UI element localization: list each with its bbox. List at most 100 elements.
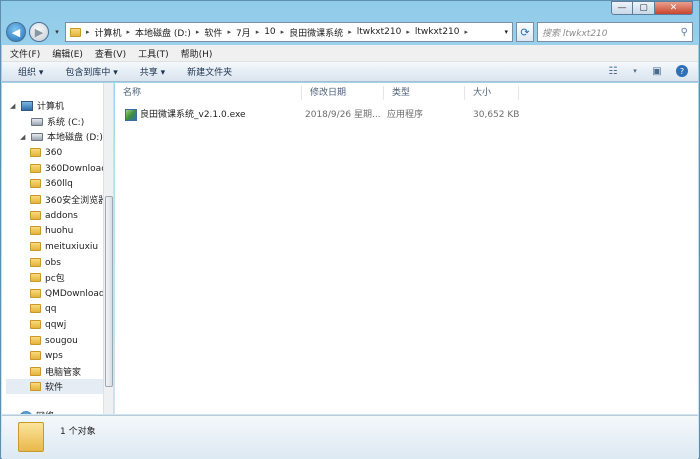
maximize-button[interactable]: ▢ — [633, 1, 655, 15]
breadcrumb-item[interactable]: 本地磁盘 (D:) ▸ — [135, 26, 199, 39]
navigation-pane: ◢ 计算机 系统 (C:) ◢ 本地磁盘 (D:) 360 360Downloads… — [2, 83, 114, 414]
tree-item-network[interactable]: 网络 — [20, 408, 54, 414]
tree-item-folder[interactable]: qq — [30, 301, 56, 316]
file-row[interactable]: 良田微课系统_v2.1.0.exe 2018/9/26 星期... 应用程序 3… — [125, 107, 525, 123]
tree-item-folder[interactable]: 360llq — [30, 176, 73, 191]
menu-bar: 文件(F) 编辑(E) 查看(V) 工具(T) 帮助(H) — [2, 45, 698, 62]
folder-icon — [18, 422, 44, 452]
file-name: 良田微课系统_v2.1.0.exe — [140, 110, 246, 120]
address-bar[interactable]: ▸ 计算机 ▸ 本地磁盘 (D:) ▸ 软件 ▸ 7月 ▸ 10 ▸ 良田微课系统 ▸ lt… — [65, 22, 513, 42]
minimize-button[interactable]: — — [611, 1, 633, 15]
network-icon — [20, 410, 32, 414]
file-size: 30,652 KB — [473, 110, 520, 120]
expand-icon[interactable]: ◢ — [20, 133, 27, 141]
tree-label: 计算机 — [37, 102, 65, 112]
breadcrumb-item[interactable]: ltwkxt210 ▸ — [357, 27, 410, 37]
share-button[interactable]: 共享 ▾ — [140, 65, 165, 78]
tree-item-c-drive[interactable]: 系统 (C:) — [20, 114, 84, 129]
organize-button[interactable]: 组织 ▾ — [18, 65, 43, 78]
file-type: 应用程序 — [387, 110, 424, 120]
menu-file[interactable]: 文件(F) — [10, 47, 40, 60]
preview-pane-icon[interactable]: ▣ — [650, 65, 664, 77]
expand-icon[interactable]: ◢ — [10, 102, 17, 110]
tree-item-folder[interactable]: 360安全浏览器 — [30, 192, 107, 207]
details-pane: 1 个对象 — [2, 415, 698, 459]
breadcrumb-item[interactable]: 良田微课系统 ▸ — [289, 26, 352, 39]
menu-help[interactable]: 帮助(H) — [181, 47, 213, 60]
tree-label: pc包 — [45, 274, 65, 284]
tree-item-folder[interactable]: 360 — [30, 145, 62, 160]
column-header-type[interactable]: 类型 — [384, 86, 465, 100]
command-bar: 组织 ▾ 包含到库中 ▾ 共享 ▾ 新建文件夹 ☷ ▾ ▣ ? — [2, 62, 698, 82]
refresh-icon: ⟳ — [520, 25, 530, 39]
tree-label: 网络 — [36, 409, 54, 414]
tree-label: qqwj — [45, 319, 67, 330]
tree-label: 360 — [45, 147, 63, 158]
folder-icon — [30, 289, 41, 298]
computer-icon — [21, 100, 33, 111]
recent-pages-dropdown[interactable]: ▾ — [52, 28, 62, 36]
application-icon — [125, 109, 137, 121]
tree-label: addons — [45, 210, 78, 221]
file-list: 名称 修改日期 类型 大小 良田微课系统_v2.1.0.exe 2018/9/2… — [115, 83, 698, 414]
folder-icon — [30, 195, 41, 204]
tree-item-folder[interactable]: meituxiuxiu — [30, 239, 98, 254]
tree-item-folder[interactable]: obs — [30, 255, 61, 270]
folder-icon — [30, 336, 41, 345]
tree-label: QMDownload — [45, 288, 105, 299]
tree-item-folder[interactable]: addons — [30, 208, 78, 223]
tree-label: 电脑管家 — [45, 368, 82, 378]
folder-icon — [30, 226, 41, 235]
folder-icon — [30, 351, 41, 360]
breadcrumb-item[interactable]: 计算机 ▸ — [95, 26, 131, 39]
tree-item-folder[interactable]: wps — [30, 348, 63, 363]
column-header-size[interactable]: 大小 — [465, 86, 519, 100]
tree-label: qq — [45, 303, 57, 314]
tree-item-computer[interactable]: ◢ 计算机 — [10, 98, 64, 113]
tree-item-d-drive[interactable]: ◢ 本地磁盘 (D:) — [20, 129, 103, 144]
menu-tools[interactable]: 工具(T) — [138, 47, 169, 60]
folder-icon — [30, 273, 41, 282]
nav-scrollbar[interactable] — [103, 83, 113, 414]
column-header-modified[interactable]: 修改日期 — [302, 86, 384, 100]
tree-item-folder[interactable]: pc包 — [30, 270, 65, 285]
explorer-window: — ▢ ✕ ◀ ▶ ▾ ▸ 计算机 ▸ 本地磁盘 (D:) ▸ 软件 ▸ 7月 ▸ 10… — [0, 0, 700, 459]
include-in-library-button[interactable]: 包含到库中 ▾ — [65, 65, 117, 78]
chevron-down-icon[interactable]: ▾ — [504, 28, 508, 36]
tree-item-folder[interactable]: sougou — [30, 333, 78, 348]
refresh-button[interactable]: ⟳ — [516, 22, 534, 42]
tree-label: wps — [45, 350, 63, 361]
folder-icon — [30, 242, 41, 251]
folder-icon — [30, 211, 41, 220]
back-button[interactable]: ◀ — [6, 22, 26, 42]
breadcrumb-item[interactable]: 7月 ▸ — [236, 26, 259, 39]
close-button[interactable]: ✕ — [655, 1, 693, 15]
tree-label: 软件 — [45, 383, 64, 393]
tree-item-folder[interactable]: 电脑管家 — [30, 364, 81, 379]
folder-icon — [30, 258, 41, 267]
tree-item-selected-folder[interactable]: 软件 — [6, 379, 103, 394]
folder-icon — [30, 382, 41, 391]
column-header-name[interactable]: 名称 — [115, 86, 302, 100]
folder-icon — [30, 164, 41, 173]
breadcrumb-item[interactable]: 软件 ▸ — [204, 26, 231, 39]
chevron-down-icon[interactable]: ▾ — [632, 65, 638, 77]
menu-view[interactable]: 查看(V) — [95, 47, 126, 60]
chevron-right-icon[interactable]: ▸ — [86, 28, 90, 36]
menu-edit[interactable]: 编辑(E) — [52, 47, 83, 60]
tree-item-folder[interactable]: QMDownload — [30, 286, 105, 301]
forward-button[interactable]: ▶ — [29, 22, 49, 42]
breadcrumb-item[interactable]: 10 ▸ — [264, 27, 284, 37]
tree-item-folder[interactable]: huohu — [30, 223, 73, 238]
view-options-icon[interactable]: ☷ — [606, 65, 620, 77]
tree-item-folder[interactable]: qqwj — [30, 317, 66, 332]
breadcrumb-item[interactable]: ltwkxt210 ▸ — [415, 27, 468, 37]
help-icon[interactable]: ? — [676, 65, 688, 77]
search-icon[interactable]: ⚲ — [681, 27, 688, 38]
new-folder-button[interactable]: 新建文件夹 — [187, 65, 232, 78]
search-input[interactable]: 搜索 ltwkxt210 ⚲ — [537, 22, 693, 42]
tree-label: 360llq — [45, 178, 73, 189]
tree-item-folder[interactable]: 360Downloads — [30, 161, 112, 176]
tree-label: 360Downloads — [45, 163, 112, 174]
scrollbar-thumb[interactable] — [105, 196, 113, 387]
